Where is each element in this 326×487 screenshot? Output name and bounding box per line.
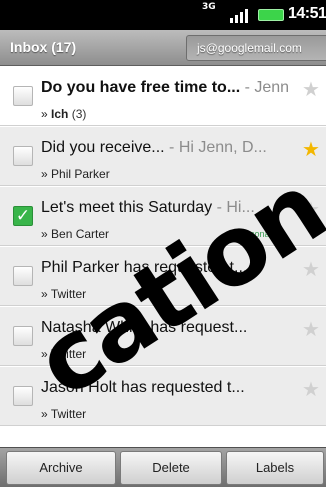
subject-text: Phil Parker has requested t... (41, 259, 248, 276)
star-icon[interactable]: ★ (302, 199, 320, 219)
labels-button[interactable]: Labels (226, 451, 324, 485)
star-icon[interactable]: ★ (302, 259, 320, 279)
select-checkbox[interactable] (13, 146, 33, 166)
delete-button[interactable]: Delete (120, 451, 222, 485)
title-bar: Inbox (17) js@googlemail.com (0, 30, 326, 66)
message-row[interactable]: Do you have free time to... - Jenn » Ich… (0, 67, 326, 126)
message-subject: Did you receive... - Hi Jenn, D... (41, 139, 303, 157)
snippet-text: - Jenn (240, 79, 290, 96)
subject-text: Jason Holt has requested t... (41, 379, 245, 396)
thread-count: (3) (68, 107, 87, 121)
thread-arrow-icon: » (41, 227, 48, 241)
subject-text: Do you have free time to... (41, 79, 241, 96)
sender-name: Twitter (50, 287, 87, 301)
message-subject: Do you have free time to... - Jenn (41, 79, 303, 97)
select-checkbox[interactable]: ✓ (13, 206, 33, 226)
message-subject: Jason Holt has requested t... (41, 379, 303, 397)
thread-arrow-icon: » (41, 407, 48, 421)
archive-button[interactable]: Archive (6, 451, 116, 485)
select-checkbox[interactable] (13, 386, 33, 406)
message-sender: » Ben Carter (41, 227, 109, 241)
thread-arrow-icon: » (41, 107, 48, 121)
snippet-text: - Hi... (212, 199, 255, 216)
message-subject: Phil Parker has requested t... (41, 259, 303, 277)
message-subject: Natasha White has request... (41, 319, 303, 337)
message-subject: Let's meet this Saturday - Hi... (41, 199, 303, 217)
star-icon[interactable]: ★ (302, 79, 320, 99)
snippet-text: - Hi Jenn, D... (164, 139, 267, 156)
message-row[interactable]: Phil Parker has requested t... » Twitter… (0, 247, 326, 306)
thread-arrow-icon: » (41, 287, 48, 301)
network-type-label: 3G (202, 2, 216, 12)
message-row[interactable]: ✓ Let's meet this Saturday - Hi... » Ben… (0, 187, 326, 246)
message-sender: » Ich (3) (41, 107, 86, 121)
select-checkbox[interactable] (13, 86, 33, 106)
message-row[interactable]: Jason Holt has requested t... » Twitter … (0, 367, 326, 426)
label-tag: Personal (236, 229, 272, 239)
subject-text: Natasha White has request... (41, 319, 248, 336)
sender-name: Twitter (50, 347, 87, 361)
message-sender: » Twitter (41, 287, 86, 301)
sender-name: Twitter (50, 407, 87, 421)
battery-icon (258, 9, 284, 21)
sender-name: Ich (51, 107, 69, 121)
status-bar: 3G 14:51 (0, 0, 326, 30)
action-bar: Archive Delete Labels (0, 447, 326, 487)
star-icon[interactable]: ★ (302, 379, 320, 399)
select-checkbox[interactable] (13, 326, 33, 346)
message-sender: » Phil Parker (41, 167, 110, 181)
message-row[interactable]: Natasha White has request... » Twitter ★ (0, 307, 326, 366)
star-icon[interactable]: ★ (302, 139, 320, 159)
message-sender: » Twitter (41, 347, 86, 361)
thread-arrow-icon: » (41, 347, 48, 361)
account-selector[interactable]: js@googlemail.com (186, 35, 326, 61)
message-sender: » Twitter (41, 407, 86, 421)
thread-arrow-icon: » (41, 167, 48, 181)
subject-text: Did you receive... (41, 139, 165, 156)
clock: 14:51 (288, 5, 326, 22)
select-checkbox[interactable] (13, 266, 33, 286)
signal-strength-icon (230, 7, 252, 23)
sender-name: Phil Parker (51, 167, 110, 181)
star-icon[interactable]: ★ (302, 319, 320, 339)
subject-text: Let's meet this Saturday (41, 199, 213, 216)
sender-name: Ben Carter (51, 227, 110, 241)
message-row[interactable]: Did you receive... - Hi Jenn, D... » Phi… (0, 127, 326, 186)
folder-title: Inbox (17) (10, 39, 77, 55)
